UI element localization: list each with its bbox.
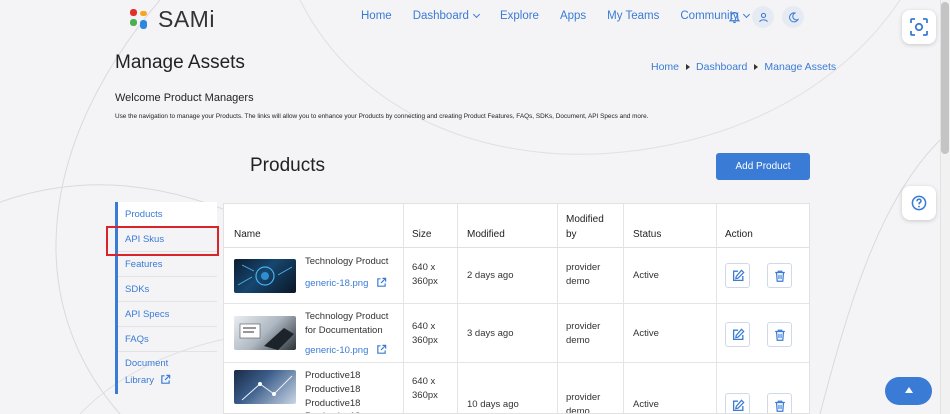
- external-link-icon: [377, 277, 387, 287]
- product-file-name: generic-10.png: [305, 345, 369, 356]
- edit-icon: [732, 327, 745, 340]
- breadcrumb-home[interactable]: Home: [651, 61, 679, 73]
- nav-dashboard-label: Dashboard: [412, 10, 469, 22]
- scan-icon: [910, 18, 928, 36]
- api-skus-highlight: [106, 226, 219, 256]
- product-status: Active: [633, 270, 659, 281]
- product-modified: 10 days ago: [467, 399, 519, 410]
- column-header-modified[interactable]: Modified: [467, 228, 505, 243]
- productivity-image-icon: [241, 375, 293, 401]
- arrow-up-icon: [904, 387, 913, 393]
- welcome-heading: Welcome Product Managers: [115, 92, 254, 104]
- sidebar-item-products[interactable]: Products: [118, 202, 217, 227]
- product-modified-by: provider demo: [566, 321, 601, 346]
- column-header-name[interactable]: Name: [234, 228, 261, 243]
- table-row: Technology Product generic-18.png 640 x …: [224, 248, 809, 304]
- product-name: Technology Product for Documentation: [305, 311, 389, 336]
- edit-button[interactable]: [725, 393, 750, 413]
- nav-apps[interactable]: Apps: [560, 10, 586, 22]
- scan-button[interactable]: [902, 10, 936, 44]
- product-file-link[interactable]: generic-18.png: [305, 275, 387, 291]
- logo-text: SAMi: [158, 6, 215, 32]
- top-navigation: SAMi Home Dashboard Explore Apps My Team…: [0, 0, 940, 36]
- breadcrumb-separator-icon: [754, 64, 759, 70]
- technology-image-icon: [237, 264, 293, 286]
- sidebar-item-api-specs[interactable]: API Specs: [118, 302, 217, 327]
- product-size: 640 x 360px: [412, 262, 438, 287]
- help-button[interactable]: [902, 186, 936, 220]
- column-header-modified-by[interactable]: Modified by: [566, 213, 616, 242]
- product-modified: 2 days ago: [467, 270, 514, 281]
- trash-icon: [774, 400, 785, 412]
- products-table: Name Size Modified Modified by Status Ac…: [223, 203, 810, 414]
- logo[interactable]: SAMi: [128, 6, 215, 33]
- sidebar-item-document-library[interactable]: Document Library: [118, 352, 217, 392]
- notifications-button[interactable]: [723, 6, 745, 28]
- edit-button[interactable]: [725, 322, 750, 347]
- column-header-size[interactable]: Size: [412, 228, 431, 243]
- page-title: Manage Assets: [115, 52, 245, 73]
- product-name: Productive18 Productive18 Productive18 P…: [305, 370, 361, 413]
- scroll-to-top-button[interactable]: [885, 377, 932, 405]
- product-name: Technology Product: [305, 256, 389, 267]
- edit-button[interactable]: [725, 263, 750, 288]
- product-thumbnail: [234, 259, 296, 293]
- edit-icon: [732, 398, 745, 411]
- chevron-down-icon: [472, 10, 480, 19]
- sidebar-item-faqs[interactable]: FAQs: [118, 327, 217, 352]
- page-scrollbar[interactable]: [940, 0, 950, 414]
- nav-home[interactable]: Home: [361, 10, 392, 22]
- nav-links: Home Dashboard Explore Apps My Teams Com…: [361, 10, 770, 22]
- products-title: Products: [250, 155, 325, 176]
- trash-icon: [774, 329, 785, 341]
- user-menu-button[interactable]: [752, 6, 774, 28]
- moon-icon: [788, 12, 799, 22]
- breadcrumb-separator-icon: [686, 64, 691, 70]
- product-modified: 3 days ago: [467, 328, 514, 339]
- product-status: Active: [633, 328, 659, 339]
- product-file-name: generic-18.png: [305, 278, 369, 289]
- product-modified-by: provider demo: [566, 262, 601, 287]
- help-icon: [911, 195, 927, 211]
- column-header-status[interactable]: Status: [633, 228, 661, 243]
- delete-button[interactable]: [767, 263, 792, 288]
- delete-button[interactable]: [767, 322, 792, 347]
- external-link-icon: [160, 374, 170, 384]
- product-modified-by: provider demo: [566, 392, 601, 414]
- column-header-action: Action: [725, 229, 753, 240]
- external-link-icon: [377, 344, 387, 354]
- product-status: Active: [633, 399, 659, 410]
- table-header: Name Size Modified Modified by Status Ac…: [224, 204, 809, 248]
- bell-icon: [728, 11, 740, 23]
- trash-icon: [774, 270, 785, 282]
- intro-text: Use the navigation to manage your Produc…: [115, 113, 649, 120]
- theme-toggle-button[interactable]: [782, 6, 804, 28]
- breadcrumb: Home Dashboard Manage Assets: [651, 61, 836, 73]
- add-product-button[interactable]: Add Product: [716, 153, 810, 180]
- user-icon: [758, 12, 768, 22]
- nav-explore[interactable]: Explore: [500, 10, 539, 22]
- table-row: Productive18 Productive18 Productive18 P…: [224, 363, 809, 414]
- product-size: 640 x 360px: [412, 376, 438, 401]
- logo-mark-icon: [128, 8, 150, 31]
- sidebar-item-sdks[interactable]: SDKs: [118, 277, 217, 302]
- product-size: 640 x 360px: [412, 321, 438, 346]
- documentation-image-icon: [239, 323, 294, 350]
- product-thumbnail: [234, 316, 296, 350]
- table-row: Technology Product for Documentation gen…: [224, 304, 809, 363]
- delete-button[interactable]: [767, 393, 792, 413]
- scrollbar-thumb[interactable]: [941, 2, 949, 154]
- nav-my-teams[interactable]: My Teams: [607, 10, 659, 22]
- product-thumbnail: [234, 370, 296, 404]
- product-file-link[interactable]: generic-10.png: [305, 342, 387, 358]
- edit-icon: [732, 268, 745, 281]
- breadcrumb-current[interactable]: Manage Assets: [764, 61, 836, 73]
- breadcrumb-dashboard[interactable]: Dashboard: [696, 61, 747, 73]
- nav-dashboard[interactable]: Dashboard: [412, 10, 480, 22]
